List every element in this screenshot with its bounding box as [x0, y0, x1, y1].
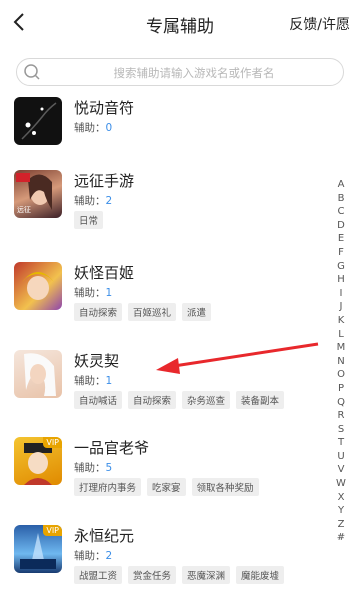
alphabet-letter[interactable]: P — [338, 382, 344, 396]
game-icon: VIP — [14, 437, 62, 485]
alphabet-letter[interactable]: T — [338, 436, 344, 450]
list-item[interactable]: VIP 一品官老爷 辅助：5 打理府内事务 吃家宴 领取各种奖励 — [0, 437, 330, 517]
tag[interactable]: 恶魔深渊 — [182, 566, 231, 584]
search-bar[interactable] — [16, 58, 344, 86]
tag[interactable]: 打理府内事务 — [74, 478, 142, 496]
alphabet-letter[interactable]: Q — [337, 396, 345, 410]
alphabet-letter[interactable]: N — [337, 355, 344, 369]
alphabet-letter[interactable]: B — [338, 192, 345, 206]
header: 专属辅助 反馈/许愿 — [0, 0, 360, 46]
assist-count: 辅助：5 — [74, 462, 113, 474]
alphabet-letter[interactable]: F — [338, 246, 344, 260]
tag-list: 自动喊话 自动探索 杂务巡查 装备副本 — [74, 391, 285, 409]
tag[interactable]: 日常 — [74, 211, 104, 229]
alphabet-letter[interactable]: A — [338, 178, 345, 192]
game-name: 悦动音符 — [74, 99, 135, 117]
alphabet-letter[interactable]: Z — [338, 518, 345, 532]
tag[interactable]: 魔能废墟 — [236, 566, 285, 584]
tag[interactable]: 自动喊话 — [74, 391, 123, 409]
vip-badge: VIP — [43, 437, 62, 448]
alphabet-index[interactable]: A B C D E F G H I J K L M N O P Q R S T U V W X Y Z # — [334, 178, 348, 545]
tag[interactable]: 装备副本 — [236, 391, 285, 409]
alphabet-letter[interactable]: C — [338, 205, 345, 219]
alphabet-letter[interactable]: R — [338, 409, 345, 423]
alphabet-letter[interactable]: Y — [338, 504, 344, 518]
game-name: 一品官老爷 — [74, 439, 150, 457]
game-icon: VIP — [14, 525, 62, 573]
tag[interactable]: 赏金任务 — [128, 566, 177, 584]
list-item[interactable]: VIP 永恒纪元 辅助：2 战盟工资 赏金任务 恶魔深渊 魔能废墟 — [0, 525, 330, 605]
alphabet-letter[interactable]: O — [337, 368, 345, 382]
alphabet-letter[interactable]: I — [340, 287, 343, 301]
game-icon — [14, 262, 62, 310]
game-icon — [14, 97, 62, 145]
alphabet-letter[interactable]: W — [336, 477, 346, 491]
alphabet-letter[interactable]: # — [337, 531, 345, 545]
alphabet-letter[interactable]: M — [337, 341, 346, 355]
tag-list: 战盟工资 赏金任务 恶魔深渊 魔能废墟 — [74, 566, 285, 584]
game-name: 妖灵契 — [74, 352, 120, 370]
alphabet-letter[interactable]: J — [340, 300, 343, 314]
tag[interactable]: 杂务巡查 — [182, 391, 231, 409]
assist-count: 辅助：2 — [74, 195, 113, 207]
game-icon: 远征 — [14, 170, 62, 218]
tag[interactable]: 领取各种奖励 — [191, 478, 259, 496]
assist-count: 辅助：2 — [74, 550, 113, 562]
game-name: 远征手游 — [74, 172, 135, 190]
list-item[interactable]: 妖怪百姬 辅助：1 自动探索 百姬巡礼 派遣 — [0, 262, 330, 342]
search-icon — [24, 64, 40, 80]
alphabet-letter[interactable]: L — [338, 328, 344, 342]
game-icon — [14, 350, 62, 398]
tag[interactable]: 自动探索 — [74, 303, 123, 321]
alphabet-letter[interactable]: S — [338, 423, 344, 437]
alphabet-letter[interactable]: U — [337, 450, 344, 464]
game-name: 永恒纪元 — [74, 527, 135, 545]
tag-list: 自动探索 百姬巡礼 派遣 — [74, 303, 212, 321]
tag[interactable]: 自动探索 — [128, 391, 177, 409]
tag-list: 日常 — [74, 211, 104, 229]
assist-count: 辅助：0 — [74, 122, 113, 134]
vip-badge: VIP — [43, 525, 62, 536]
alphabet-letter[interactable]: G — [337, 260, 345, 274]
assist-count: 辅助：1 — [74, 375, 113, 387]
alphabet-letter[interactable]: X — [338, 491, 345, 505]
icon-label: 远征 — [17, 206, 31, 214]
alphabet-letter[interactable]: D — [337, 219, 345, 233]
list-item[interactable]: 远征 远征手游 辅助：2 日常 — [0, 170, 330, 250]
alphabet-letter[interactable]: K — [338, 314, 345, 328]
tag[interactable]: 派遣 — [182, 303, 212, 321]
list-item[interactable]: 悦动音符 辅助：0 — [0, 97, 330, 177]
tag-list: 打理府内事务 吃家宴 领取各种奖励 — [74, 478, 259, 496]
alphabet-letter[interactable]: E — [338, 232, 344, 246]
red-arrow-annotation — [156, 342, 319, 374]
feedback-wish-link[interactable]: 反馈/许愿 — [289, 14, 350, 34]
tag[interactable]: 战盟工资 — [74, 566, 123, 584]
tag[interactable]: 吃家宴 — [147, 478, 186, 496]
assist-count: 辅助：1 — [74, 287, 113, 299]
game-name: 妖怪百姬 — [74, 264, 135, 282]
search-input[interactable] — [47, 62, 341, 84]
alphabet-letter[interactable]: H — [337, 273, 345, 287]
tag[interactable]: 百姬巡礼 — [128, 303, 177, 321]
alphabet-letter[interactable]: V — [338, 463, 345, 477]
